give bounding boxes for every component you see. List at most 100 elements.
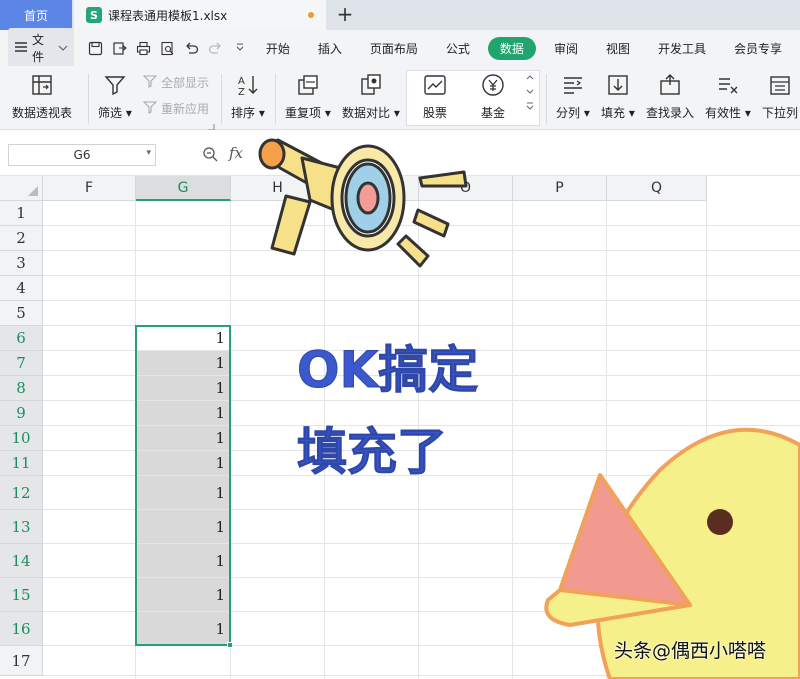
reapply-label: 重新应用 (161, 102, 210, 116)
redo-icon[interactable] (208, 40, 224, 56)
unsaved-dot-icon (308, 12, 314, 18)
filter-button[interactable]: 筛选 ▾ (98, 72, 132, 121)
fill-handle[interactable] (227, 642, 233, 648)
tab-bar: 首页 S 课程表通用模板1.xlsx + (0, 0, 800, 30)
fill-down-icon (605, 72, 631, 98)
tab-home[interactable]: 首页 (0, 0, 72, 30)
validity-label: 有效性 ▾ (705, 106, 751, 120)
export-icon[interactable] (112, 40, 128, 56)
column-header-q[interactable]: Q (607, 176, 707, 201)
fill-button[interactable]: 填充 ▾ (601, 72, 635, 121)
sort-label-text: 排序 (231, 106, 256, 120)
chevron-down-icon (58, 41, 68, 55)
filter-icon (102, 72, 128, 98)
fill-label-text: 填充 (601, 106, 626, 120)
fund-button[interactable]: 基金 (480, 72, 506, 121)
dropdown-list-icon (767, 72, 793, 98)
reapply-button[interactable]: 重新应用 (142, 100, 210, 117)
row-header-4[interactable]: 4 (0, 276, 43, 301)
data-compare-button[interactable]: 数据对比 ▾ (342, 72, 400, 121)
scroll-down-icon[interactable] (526, 87, 534, 98)
dropdown-list-button[interactable]: 下拉列 (762, 72, 798, 121)
row-header-14[interactable]: 14 (0, 544, 43, 578)
name-box-dropdown-icon[interactable]: ▾ (146, 148, 151, 158)
duplicates-label-text: 重复项 (285, 106, 322, 120)
validity-button[interactable]: 有效性 ▾ (705, 72, 751, 121)
row-header-6[interactable]: 6 (0, 326, 43, 351)
row-header-1[interactable]: 1 (0, 201, 43, 226)
fund-label: 基金 (480, 106, 505, 120)
data-compare-label: 数据对比 ▾ (342, 106, 400, 120)
column-header-g[interactable]: G (136, 176, 231, 201)
fx-label[interactable]: fx (229, 144, 243, 162)
data-compare-label-text: 数据对比 (342, 106, 391, 120)
menu-item-home[interactable]: 开始 (256, 37, 300, 60)
tab-home-label: 首页 (23, 8, 48, 23)
row-header-8[interactable]: 8 (0, 376, 43, 401)
lookup-entry-label: 查找录入 (646, 106, 695, 120)
pivot-table-button[interactable]: 数据透视表 (12, 72, 72, 121)
watermark-text: 头条@偶西小嗒嗒 (614, 640, 767, 662)
undo-icon[interactable] (184, 40, 200, 56)
reapply-icon (142, 100, 158, 117)
quick-access-more-icon[interactable] (232, 40, 248, 56)
split-column-button[interactable]: 分列 ▾ (556, 72, 590, 121)
menu-item-review[interactable]: 审阅 (544, 37, 588, 60)
row-header-2[interactable]: 2 (0, 226, 43, 251)
name-box[interactable]: G6 ▾ (8, 144, 156, 166)
row-header-12[interactable]: 12 (0, 476, 43, 510)
ribbon-separator (546, 74, 547, 124)
gallery-scroll[interactable] (526, 72, 534, 113)
sort-label: 排序 ▾ (231, 106, 265, 120)
new-tab-button[interactable]: + (334, 2, 356, 26)
print-icon[interactable] (136, 40, 152, 56)
row-header-13[interactable]: 13 (0, 510, 43, 544)
scroll-up-icon[interactable] (526, 72, 534, 83)
lookup-entry-button[interactable]: 查找录入 (646, 72, 694, 121)
row-header-3[interactable]: 3 (0, 251, 43, 276)
tab-file[interactable]: S 课程表通用模板1.xlsx (74, 0, 326, 30)
row-header-17[interactable]: 17 (0, 646, 43, 676)
quick-access-toolbar (88, 40, 248, 56)
row-header-10[interactable]: 10 (0, 426, 43, 451)
row-header-11[interactable]: 11 (0, 451, 43, 476)
menu-item-member[interactable]: 会员专享 (724, 37, 792, 60)
menu-bar: 文件 开始 插入 页面布局 公式 数据 审阅 视图 开发工具 会员专享 (0, 28, 800, 68)
stock-chart-icon (422, 72, 448, 98)
show-all-button[interactable]: 全部显示 (142, 74, 210, 91)
menu-item-insert[interactable]: 插入 (308, 37, 352, 60)
stocks-button[interactable]: 股票 (422, 72, 448, 121)
grid-vline (512, 201, 513, 679)
menu-item-developer[interactable]: 开发工具 (648, 37, 716, 60)
selection-border (135, 325, 231, 646)
show-all-label: 全部显示 (161, 76, 210, 90)
row-header-5[interactable]: 5 (0, 301, 43, 326)
row-header-16[interactable]: 16 (0, 612, 43, 646)
name-box-value: G6 (73, 148, 91, 162)
filter-label: 筛选 ▾ (98, 106, 132, 120)
print-preview-icon[interactable] (160, 40, 176, 56)
menu-item-formulas[interactable]: 公式 (436, 37, 480, 60)
select-all-corner[interactable] (0, 176, 43, 201)
zoom-icon[interactable] (202, 146, 218, 166)
save-icon[interactable] (88, 40, 104, 56)
menu-item-data[interactable]: 数据 (487, 36, 536, 60)
duplicates-icon (295, 72, 321, 98)
column-header-p[interactable]: P (513, 176, 607, 201)
sort-icon: AZ (235, 72, 261, 98)
row-header-15[interactable]: 15 (0, 578, 43, 612)
select-all-icon (28, 186, 38, 196)
duplicates-button[interactable]: 重复项 ▾ (285, 72, 331, 121)
column-header-f[interactable]: F (43, 176, 136, 201)
menu-item-page-layout[interactable]: 页面布局 (360, 37, 428, 60)
row-header-7[interactable]: 7 (0, 351, 43, 376)
spreadsheet-icon: S (86, 7, 102, 23)
sort-button[interactable]: AZ 排序 ▾ (231, 72, 265, 121)
ribbon-separator (88, 74, 89, 124)
gallery-expand-icon[interactable] (526, 102, 534, 113)
megaphone-sticker (258, 138, 468, 268)
row-header-9[interactable]: 9 (0, 401, 43, 426)
menu-item-view[interactable]: 视图 (596, 37, 640, 60)
dropdown-list-label: 下拉列 (762, 106, 799, 120)
file-menu-button[interactable]: 文件 (8, 28, 74, 68)
